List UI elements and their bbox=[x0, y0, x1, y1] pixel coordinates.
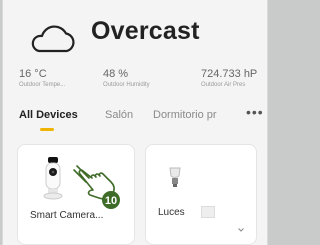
app-screen: Overcast 16 °C Outdoor Tempe... 48 % Out… bbox=[2, 0, 268, 245]
stat-label: Outdoor Tempe... bbox=[19, 82, 66, 88]
cloud-icon bbox=[31, 25, 75, 53]
active-tab-indicator bbox=[40, 128, 54, 131]
stat-label: Outdoor Air Pres bbox=[201, 82, 246, 88]
stat-value: 724.733 hP bbox=[201, 68, 258, 80]
stat-value: 48 % bbox=[103, 68, 129, 80]
step-number: 10 bbox=[105, 195, 117, 207]
weather-panel: Overcast 16 °C Outdoor Tempe... 48 % Out… bbox=[3, 0, 267, 98]
stat-humidity: 48 % Outdoor Humidity bbox=[103, 68, 150, 88]
stat-label: Outdoor Humidity bbox=[103, 82, 150, 88]
device-name: Luces bbox=[158, 207, 185, 218]
stat-pressure: 724.733 hP Outdoor Air Pres bbox=[201, 68, 257, 88]
device-toggle[interactable] bbox=[201, 206, 215, 218]
stat-temperature: 16 °C Outdoor Tempe... bbox=[19, 68, 65, 88]
weather-condition: Overcast bbox=[91, 17, 200, 45]
bulb-icon bbox=[169, 167, 181, 187]
camera-icon bbox=[43, 157, 63, 200]
device-card-luces[interactable]: Luces bbox=[145, 144, 257, 245]
tab-dormitorio[interactable]: Dormitorio pr bbox=[153, 109, 217, 121]
tab-all-devices[interactable]: All Devices bbox=[19, 109, 78, 121]
more-tabs-button[interactable]: ••• bbox=[246, 104, 264, 120]
stat-value: 16 °C bbox=[19, 68, 47, 80]
tab-salon[interactable]: Salón bbox=[105, 109, 133, 121]
pointing-hand-icon: 10 bbox=[73, 165, 120, 209]
chevron-down-icon[interactable] bbox=[238, 227, 244, 233]
